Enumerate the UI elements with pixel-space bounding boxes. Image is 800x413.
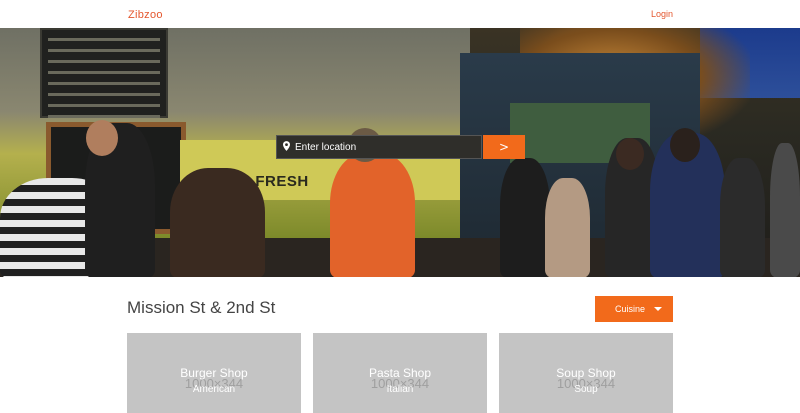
map-pin-icon bbox=[283, 141, 290, 151]
login-link[interactable]: Login bbox=[651, 9, 673, 19]
shop-card-burger[interactable]: 1000×344 Burger Shop American bbox=[127, 333, 301, 413]
location-search-input[interactable] bbox=[295, 136, 481, 158]
shop-category: Italian bbox=[386, 384, 414, 395]
person-head bbox=[86, 120, 118, 156]
shop-name: Burger Shop bbox=[180, 366, 248, 380]
shop-card-pasta[interactable]: 1000×344 Pasta Shop Italian bbox=[313, 333, 487, 413]
top-navbar: Zibzoo Login bbox=[0, 0, 800, 28]
person-head bbox=[616, 138, 644, 170]
shop-name: Pasta Shop bbox=[368, 366, 432, 380]
location-search-box bbox=[276, 135, 482, 159]
person bbox=[170, 168, 265, 277]
shop-card-soup[interactable]: 1000×344 Soup Shop Soup bbox=[499, 333, 673, 413]
location-title: Mission St & 2nd St bbox=[127, 298, 276, 317]
person bbox=[720, 158, 765, 277]
person bbox=[545, 178, 590, 277]
person-head bbox=[670, 128, 700, 162]
shop-name: Soup Shop bbox=[556, 366, 616, 380]
person bbox=[330, 153, 415, 277]
menu-board bbox=[40, 28, 168, 118]
caret-down-icon bbox=[654, 307, 662, 311]
search-submit-button[interactable]: > bbox=[483, 135, 525, 159]
brand-logo[interactable]: Zibzoo bbox=[128, 9, 163, 21]
person bbox=[500, 158, 550, 277]
person bbox=[770, 143, 800, 277]
shop-category: Soup bbox=[574, 384, 598, 395]
cuisine-dropdown[interactable]: Cuisine bbox=[595, 296, 673, 322]
shop-category: American bbox=[192, 384, 236, 395]
cuisine-dropdown-label: Cuisine bbox=[615, 304, 646, 314]
